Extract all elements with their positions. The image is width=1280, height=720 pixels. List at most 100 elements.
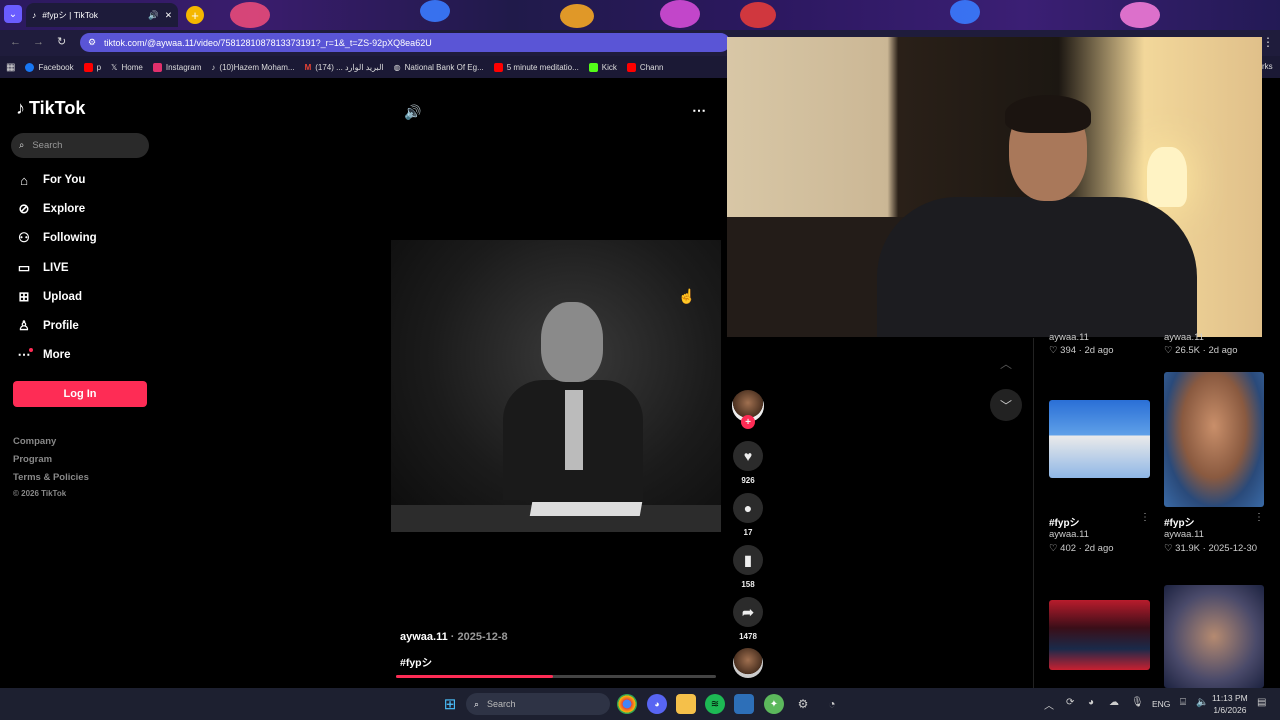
- bookmark-channel[interactable]: Chann: [626, 62, 664, 72]
- tray-discord-icon[interactable]: ◕: [1088, 697, 1094, 708]
- comment-button[interactable]: ● 17: [733, 493, 763, 537]
- search-input[interactable]: ⌕ Search: [11, 133, 149, 158]
- video-thumbnail[interactable]: [1164, 585, 1264, 688]
- heart-icon: ♥: [733, 441, 763, 471]
- save-button[interactable]: ▮ 158: [733, 545, 763, 589]
- tab-active[interactable]: ♪ #fypシ | TikTok 🔊 ✕: [26, 3, 178, 27]
- video-progress-bar[interactable]: [396, 675, 716, 678]
- heart-outline-icon: ♡: [1164, 543, 1173, 554]
- address-bar[interactable]: tiktok.com/@aywaa.11/video/7581281087813…: [80, 33, 730, 52]
- more-options-icon[interactable]: ⋯: [692, 102, 706, 119]
- photos-icon[interactable]: [734, 694, 754, 714]
- app-icon[interactable]: ◔: [822, 694, 842, 714]
- share-button[interactable]: ➦ 1478: [733, 597, 763, 641]
- browser-menu-icon[interactable]: ⋮: [1262, 35, 1274, 49]
- bookmark-hazem[interactable]: ♪ (10)Hazem Moham...: [211, 63, 294, 72]
- bookmark-nbe[interactable]: ◍ National Bank Of Eg...: [394, 63, 484, 72]
- copyright: © 2026 TikTok: [13, 489, 67, 498]
- nav-profile[interactable]: ♙ Profile: [16, 318, 79, 334]
- grid-user[interactable]: aywaa.11: [1164, 332, 1204, 343]
- volume-icon[interactable]: 🔈: [1196, 697, 1208, 708]
- scroll-down-button[interactable]: ﹀: [990, 389, 1022, 421]
- login-button[interactable]: Log In: [13, 381, 147, 407]
- scroll-up-button[interactable]: ︿: [990, 347, 1022, 379]
- nav-following[interactable]: ⚇ Following: [16, 230, 96, 246]
- notifications-icon[interactable]: ▤: [1257, 697, 1266, 708]
- site-info-icon[interactable]: ⚙: [88, 37, 96, 48]
- grid-user[interactable]: aywaa.11: [1049, 332, 1089, 343]
- bookmark-gmail[interactable]: M (174) ... البريد الوارد: [305, 63, 384, 72]
- app-icon[interactable]: ✦: [764, 694, 784, 714]
- new-tab-button[interactable]: +: [186, 6, 204, 24]
- bookmark-kick[interactable]: Kick: [588, 62, 617, 72]
- microphone-icon[interactable]: 🎙: [1131, 697, 1144, 708]
- grid-more-icon[interactable]: ⋮: [1254, 512, 1264, 523]
- video-caption[interactable]: #fypシ: [400, 655, 432, 670]
- grid-age: · 2d ago: [1078, 543, 1114, 554]
- bookmark-meditation[interactable]: 5 minute meditatio...: [493, 62, 579, 72]
- grid-age: · 2d ago: [1202, 345, 1238, 356]
- audio-playing-icon[interactable]: 🔊: [148, 10, 159, 21]
- like-button[interactable]: ♥ 926: [733, 441, 763, 485]
- footer-terms[interactable]: Terms & Policies: [13, 472, 89, 483]
- tray-cloud-icon[interactable]: ☁: [1109, 697, 1119, 708]
- grid-user[interactable]: aywaa.11: [1049, 529, 1089, 540]
- chrome-icon[interactable]: [617, 694, 637, 714]
- back-icon[interactable]: ←: [10, 36, 21, 48]
- video-author[interactable]: aywaa.11: [400, 631, 448, 643]
- discord-icon[interactable]: ◕: [647, 694, 667, 714]
- footer-program[interactable]: Program: [13, 454, 52, 465]
- apps-grid-icon[interactable]: ▦: [6, 62, 15, 73]
- save-count: 158: [741, 580, 755, 589]
- heart-outline-icon: ♡: [1164, 345, 1173, 356]
- bookmark-label: 5 minute meditatio...: [506, 62, 579, 72]
- bookmark-label: Kick: [601, 62, 617, 72]
- grid-user[interactable]: aywaa.11: [1164, 529, 1204, 540]
- nav-explore[interactable]: ⊘ Explore: [16, 201, 86, 217]
- grid-more-icon[interactable]: ⋮: [1140, 512, 1150, 523]
- nav-live[interactable]: ▭ LIVE: [16, 260, 69, 276]
- tray-chevron-icon[interactable]: ︿: [1044, 697, 1054, 712]
- tiktok-logo[interactable]: ♪ TikTok: [16, 98, 85, 119]
- bookmark-home[interactable]: 𝕏 Home: [111, 63, 143, 72]
- footer-company[interactable]: Company: [13, 436, 56, 447]
- bookmark-facebook[interactable]: Facebook: [25, 62, 74, 72]
- bookmark-label: p: [96, 62, 102, 72]
- windows-start-icon[interactable]: ⊞: [440, 694, 460, 714]
- volume-icon[interactable]: 🔊: [404, 104, 421, 121]
- video-player[interactable]: [391, 240, 721, 532]
- kick-icon: [588, 62, 598, 72]
- settings-gear-icon[interactable]: ⚙: [793, 694, 813, 714]
- all-bookmarks[interactable]: rks: [1262, 62, 1273, 71]
- nav-label: LIVE: [43, 262, 69, 274]
- reload-icon[interactable]: ↻: [57, 35, 66, 48]
- language-indicator[interactable]: ENG: [1152, 699, 1170, 709]
- video-thumbnail[interactable]: [1164, 372, 1264, 507]
- grid-title[interactable]: #fypシ: [1049, 514, 1080, 529]
- video-thumbnail[interactable]: [1049, 400, 1150, 478]
- bookmark-p[interactable]: p: [83, 62, 102, 72]
- bookmark-label: Chann: [639, 62, 664, 72]
- grid-likes: 26.5K: [1175, 345, 1200, 356]
- author-avatar[interactable]: +: [732, 390, 764, 429]
- music-disc-avatar[interactable]: [733, 648, 763, 678]
- file-explorer-icon[interactable]: [676, 694, 696, 714]
- heart-outline-icon: ♡: [1049, 345, 1058, 356]
- nav-upload[interactable]: ⊞ Upload: [16, 289, 82, 305]
- grid-title[interactable]: #fypシ: [1164, 514, 1195, 529]
- nav-more[interactable]: ⋯ More: [16, 347, 71, 363]
- spotify-icon[interactable]: ≋: [705, 694, 725, 714]
- taskbar-search[interactable]: ⌕ Search: [466, 693, 610, 715]
- system-clock[interactable]: 11:13 PM 1/6/2026: [1212, 692, 1248, 716]
- nav-for-you[interactable]: ⌂ For You: [16, 172, 85, 188]
- share-count: 1478: [739, 632, 757, 641]
- network-icon[interactable]: ⌸: [1180, 697, 1186, 708]
- video-thumbnail[interactable]: [1049, 600, 1150, 670]
- bookmark-instagram[interactable]: Instagram: [152, 62, 201, 72]
- close-tab-icon[interactable]: ✕: [165, 10, 172, 21]
- forward-icon[interactable]: →: [33, 36, 44, 48]
- tab-list-button[interactable]: ⌄: [4, 5, 22, 23]
- tray-sync-icon[interactable]: ⟳: [1066, 697, 1074, 708]
- taskbar-search-label: Search: [487, 699, 516, 709]
- follow-plus-icon[interactable]: +: [741, 415, 755, 429]
